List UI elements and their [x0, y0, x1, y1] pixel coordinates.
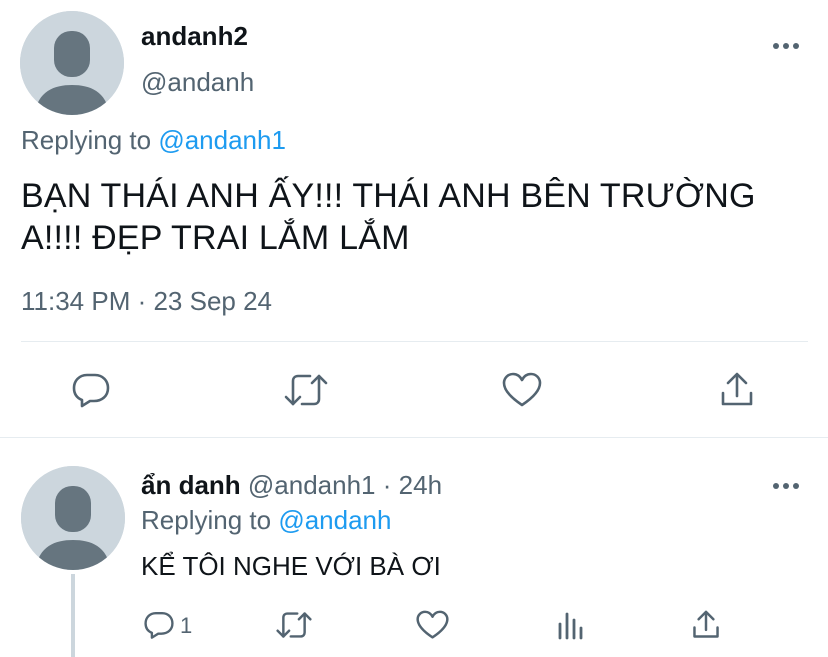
- reply-tweet-text: KỂ TÔI NGHE VỚI BÀ ƠI: [141, 551, 441, 581]
- main-tweet-divider: [21, 341, 808, 342]
- default-avatar-icon: [20, 11, 124, 115]
- analytics-icon[interactable]: [556, 610, 586, 640]
- main-tweet-avatar[interactable]: [20, 11, 124, 115]
- reply-tweet-time[interactable]: · 24h: [383, 470, 442, 500]
- thread-line: [71, 574, 75, 657]
- replying-to-handle-link[interactable]: @andanh1: [158, 125, 286, 155]
- main-tweet-handle[interactable]: @andanh: [141, 66, 254, 98]
- main-tweet-replying-to: Replying to @andanh1: [21, 124, 286, 156]
- default-avatar-icon: [21, 466, 125, 570]
- main-tweet-timestamp[interactable]: 11:34 PM · 23 Sep 24: [21, 285, 272, 317]
- share-icon[interactable]: [720, 372, 754, 408]
- retweet-icon[interactable]: [284, 372, 328, 408]
- reply-tweet-handle[interactable]: @andanh1: [248, 470, 376, 500]
- reply-tweet-replying-to: Replying to @andanh: [141, 504, 391, 536]
- thread-divider: [0, 437, 828, 438]
- reply-tweet-display-name[interactable]: ẩn danh: [141, 470, 241, 500]
- reply-icon[interactable]: [72, 372, 110, 408]
- reply-count: 1: [180, 613, 193, 638]
- reply-tweet-more-icon[interactable]: [772, 480, 800, 492]
- retweet-icon[interactable]: [276, 610, 312, 640]
- replying-to-handle-link[interactable]: @andanh: [278, 505, 391, 535]
- replying-to-label: Replying to: [141, 505, 272, 535]
- reply-tweet-avatar[interactable]: [21, 466, 125, 570]
- main-tweet-display-name[interactable]: andanh2: [141, 20, 248, 52]
- like-icon[interactable]: [502, 372, 542, 408]
- replying-to-label: Replying to: [21, 125, 152, 155]
- main-tweet-more-icon[interactable]: [772, 40, 800, 52]
- reply-icon[interactable]: [144, 610, 174, 640]
- main-tweet-text-line-1: BẠN THÁI ANH ẤY!!! THÁI ANH BÊN TRƯỜNG: [21, 177, 756, 215]
- like-icon[interactable]: [416, 610, 449, 640]
- share-icon[interactable]: [692, 610, 720, 640]
- main-tweet-text-line-2: A!!!! ĐẸP TRAI LẮM LẮM: [21, 219, 410, 257]
- reply-tweet-header: ẩn danh @andanh1 · 24h: [141, 469, 442, 501]
